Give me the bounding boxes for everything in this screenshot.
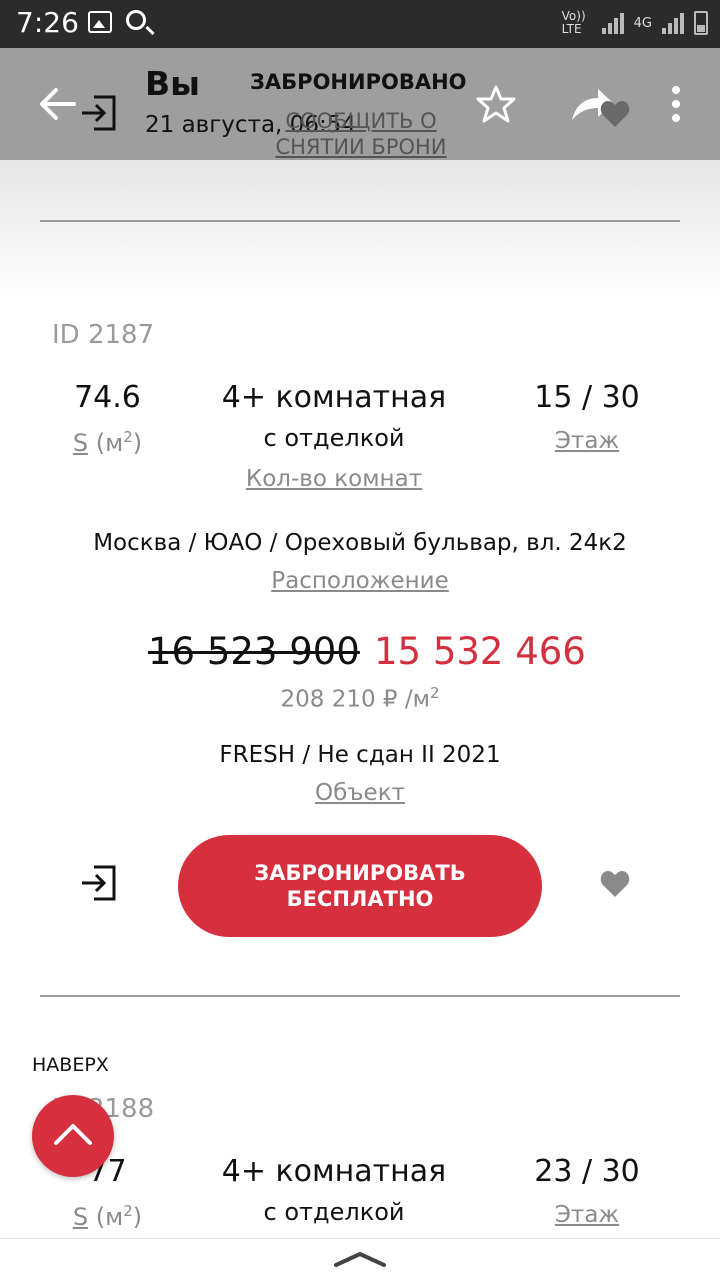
cancel-booking-link[interactable]: СООБЩИТЬ О СНЯТИИ БРОНИ [256, 108, 466, 160]
area-label-s: S [72, 429, 89, 457]
login-icon[interactable] [80, 94, 118, 136]
expand-up-icon[interactable] [334, 1250, 386, 1272]
area-label-unit: (м [95, 429, 124, 457]
network-label: Vo)) LTE [561, 9, 586, 36]
booked-status: ЗАБРОНИРОВАНО [250, 70, 467, 94]
signal-icon-2 [662, 12, 684, 34]
network-type: 4G [633, 15, 652, 31]
area-label-s: S [72, 1203, 89, 1231]
book-button-line2: БЕСПЛАТНО [286, 887, 434, 911]
price-old: 16 523 900 [148, 630, 360, 673]
location-label[interactable]: Расположение [0, 568, 720, 594]
search-icon [126, 10, 146, 30]
price-per-m2: 208 210 ₽ /м2 [0, 684, 720, 713]
login-icon[interactable] [80, 864, 118, 906]
more-vert-icon[interactable] [672, 86, 680, 122]
area-label-close: ) [132, 429, 143, 457]
chat-title: Вы [145, 64, 200, 103]
object-label[interactable]: Объект [0, 780, 720, 806]
area-label: S (м2) [50, 1202, 165, 1231]
price-new: 15 532 466 [374, 630, 586, 673]
status-time: 7:26 [16, 6, 79, 39]
rooms-finish: с отделкой [263, 1198, 405, 1226]
price-per-m2-sup: 2 [429, 684, 440, 702]
address: Москва / ЮАО / Ореховый бульвар, вл. 24к… [93, 530, 627, 556]
star-icon[interactable] [476, 84, 516, 128]
floor-label[interactable]: Этаж [512, 428, 662, 454]
header-fade [0, 160, 720, 300]
status-bar: 7:26 Vo)) LTE 4G [0, 0, 720, 48]
area-value: 74.6 [74, 380, 141, 415]
back-arrow-icon[interactable] [38, 86, 76, 126]
area-label: S (м2) [50, 428, 165, 457]
book-free-button[interactable]: ЗАБРОНИРОВАТЬ БЕСПЛАТНО [178, 835, 542, 937]
floor-label[interactable]: Этаж [512, 1202, 662, 1228]
price-per-m2-value: 208 210 ₽ /м [280, 686, 430, 713]
battery-icon [694, 11, 708, 35]
rooms-value: 4+ комнатная [221, 1154, 447, 1189]
divider [40, 995, 680, 997]
chevron-up-icon [53, 1122, 93, 1150]
heart-icon[interactable] [600, 870, 630, 902]
floor-value: 15 / 30 [534, 380, 640, 415]
gallery-icon [88, 11, 112, 33]
area-label-sup: 2 [123, 1202, 133, 1220]
scroll-top-button[interactable] [32, 1095, 114, 1177]
area-label-unit: (м [95, 1203, 124, 1231]
rooms-label[interactable]: Кол-во комнат [200, 466, 468, 492]
signal-icon [601, 12, 624, 34]
area-label-sup: 2 [123, 428, 133, 446]
listing-id: ID 2187 [52, 320, 155, 350]
status-icons: Vo)) LTE 4G [562, 10, 708, 36]
rooms-finish: с отделкой [263, 424, 405, 452]
object-name: FRESH / Не сдан II 2021 [219, 742, 501, 768]
scroll-top-label: НАВЕРХ [32, 1054, 109, 1076]
floor-value: 23 / 30 [534, 1154, 640, 1189]
heart-icon[interactable] [600, 100, 630, 132]
area-label-close: ) [132, 1203, 143, 1231]
divider [40, 220, 680, 222]
book-button-line1: ЗАБРОНИРОВАТЬ [254, 861, 466, 885]
rooms-value: 4+ комнатная [221, 380, 447, 415]
